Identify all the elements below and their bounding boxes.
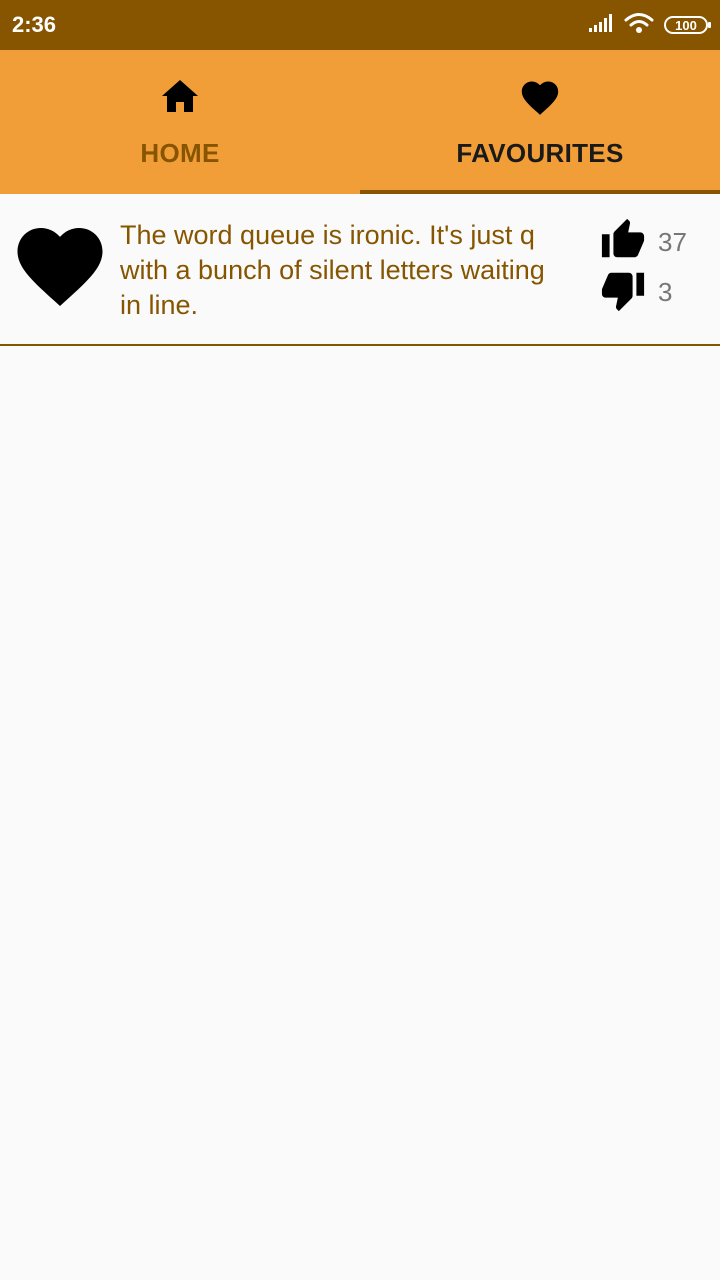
status-icons: 100 (588, 10, 711, 40)
favourite-heart-icon[interactable] (16, 228, 104, 306)
wifi-icon (624, 12, 654, 39)
dislike-count: 3 (658, 276, 673, 307)
battery-level: 100 (675, 17, 697, 33)
tab-bar: HOME FAVOURITES (0, 50, 720, 194)
thumbs-down-icon[interactable] (598, 267, 648, 318)
signal-icon (588, 13, 614, 38)
tab-home[interactable]: HOME (0, 50, 360, 194)
home-icon (160, 76, 200, 116)
list-item[interactable]: The word queue is ironic. It's just q wi… (0, 194, 720, 346)
like-row: 37 (598, 218, 708, 266)
dislike-row: 3 (598, 268, 708, 316)
tab-home-label: HOME (140, 138, 220, 168)
vote-panel: 37 3 (598, 218, 708, 316)
joke-text: The word queue is ironic. It's just q wi… (120, 220, 545, 320)
status-time: 2:36 (12, 12, 57, 37)
tab-favourites-label: FAVOURITES (456, 138, 624, 168)
like-count: 37 (658, 226, 687, 257)
tab-favourites[interactable]: FAVOURITES (360, 50, 720, 194)
heart-icon (518, 76, 562, 116)
status-bar: 2:36 100 (0, 0, 720, 50)
favourites-list[interactable]: The word queue is ironic. It's just q wi… (0, 194, 720, 346)
thumbs-up-icon[interactable] (598, 217, 648, 268)
battery-icon: 100 (664, 16, 711, 34)
